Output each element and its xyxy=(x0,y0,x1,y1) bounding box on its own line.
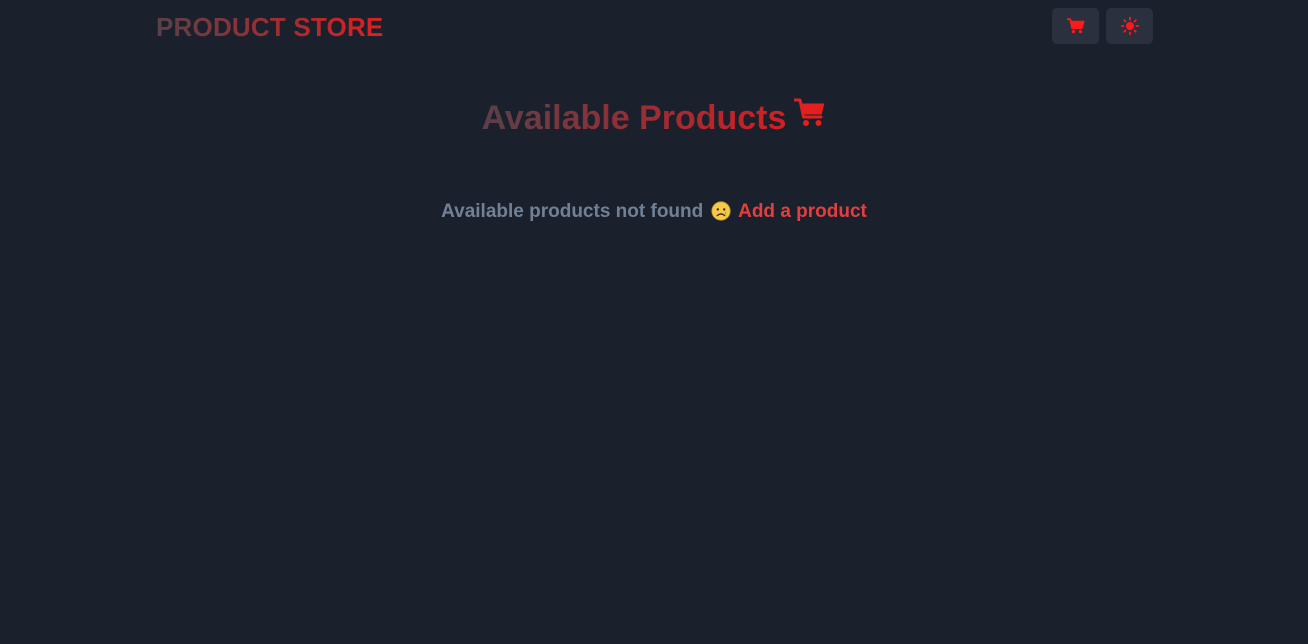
page-title: Available Products xyxy=(482,96,787,140)
cart-icon xyxy=(1066,18,1085,34)
navbar: PRODUCT STORE xyxy=(156,8,1153,44)
cart-button[interactable] xyxy=(1052,8,1099,44)
sun-icon xyxy=(1120,17,1139,35)
sad-face-emoji xyxy=(710,201,731,221)
theme-toggle-button[interactable] xyxy=(1106,8,1153,44)
empty-state: Available products not found Add a produ… xyxy=(0,200,1308,224)
page-heading: Available Products xyxy=(0,96,1308,140)
shopping-cart-icon xyxy=(793,98,826,133)
add-product-link[interactable]: Add a product xyxy=(738,201,867,222)
brand-logo[interactable]: PRODUCT STORE xyxy=(156,11,383,43)
empty-message: Available products not found xyxy=(441,201,704,222)
